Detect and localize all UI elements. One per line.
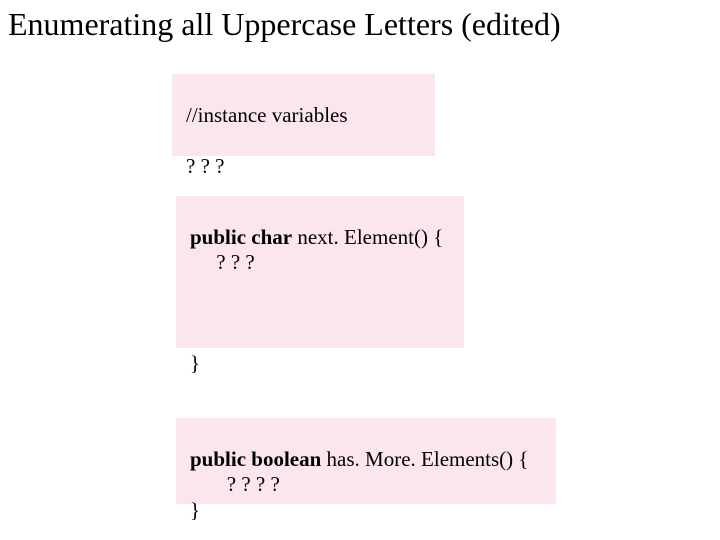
code-line: }: [190, 351, 200, 375]
code-block-instance-vars: //instance variables ? ? ?: [172, 74, 435, 156]
sig-rest: has. More. Elements() {: [321, 447, 528, 471]
code-line: //instance variables: [186, 103, 348, 127]
code-block-has-more-elements: public boolean has. More. Elements() { ?…: [176, 418, 556, 504]
sig-rest: next. Element() {: [292, 225, 443, 249]
keyword: public char: [190, 225, 292, 249]
code-line: ? ? ? ?: [190, 472, 280, 496]
code-line-sig: public boolean has. More. Elements() {: [190, 447, 529, 471]
page-title: Enumerating all Uppercase Letters (edite…: [8, 6, 561, 43]
code-line: ? ? ?: [190, 250, 255, 274]
code-line: ? ? ?: [186, 154, 224, 178]
keyword: public boolean: [190, 447, 321, 471]
code-line-sig: public char next. Element() {: [190, 225, 443, 249]
code-block-next-element: public char next. Element() { ? ? ? }: [176, 196, 464, 348]
code-line: }: [190, 498, 200, 522]
